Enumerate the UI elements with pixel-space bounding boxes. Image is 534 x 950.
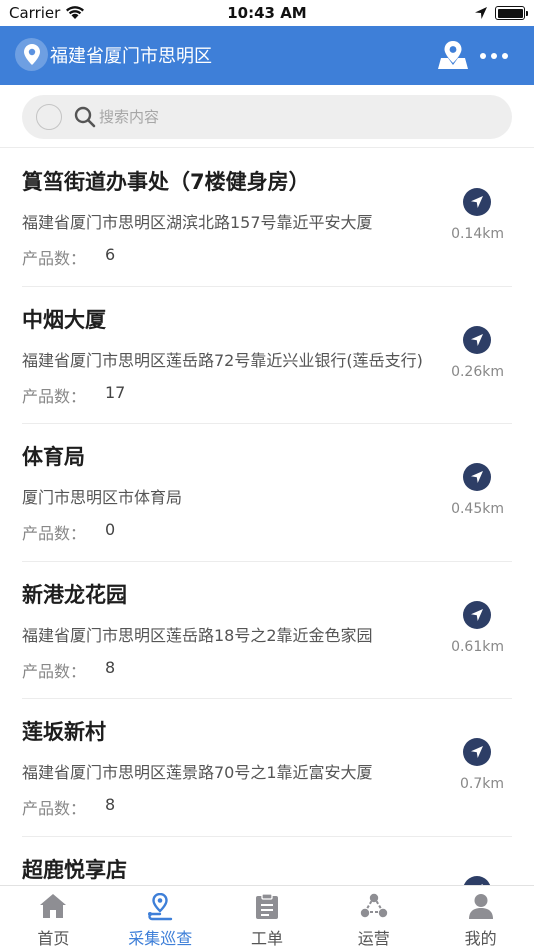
product-count: 8	[105, 657, 116, 677]
item-address: 福建省厦门市思明区莲岳路18号之2靠近金色家园	[22, 625, 373, 645]
current-location-label[interactable]: 福建省厦门市思明区	[50, 42, 212, 68]
search-input[interactable]	[99, 105, 399, 129]
navigate-icon[interactable]	[463, 463, 491, 491]
tab-collect-inspect[interactable]: 采集巡查	[107, 886, 214, 950]
item-name: 超鹿悦享店	[22, 857, 127, 882]
search-section	[0, 85, 534, 148]
list-item[interactable]: 新港龙花园 福建省厦门市思明区莲岳路18号之2靠近金色家园 产品数： 8 0.6…	[22, 562, 512, 699]
user-icon	[468, 894, 493, 919]
tab-work-order[interactable]: 工单	[214, 886, 321, 950]
status-bar: Carrier 10:43 AM	[0, 0, 534, 26]
tab-label: 工单	[250, 929, 283, 948]
list-item[interactable]: 超鹿悦享店	[22, 837, 512, 885]
navigate-icon[interactable]	[463, 325, 491, 354]
list-item[interactable]: 体育局 厦门市思明区市体育局 产品数： 0 0.45km	[22, 424, 512, 562]
tab-mine[interactable]: 我的	[427, 886, 534, 950]
product-count: 0	[105, 520, 116, 539]
navigate-icon[interactable]	[463, 875, 491, 885]
tab-home[interactable]: 首页	[0, 886, 107, 950]
item-name: 篔筜街道办事处（7楼健身房）	[22, 170, 310, 194]
item-distance: 0.14km	[451, 226, 504, 242]
bottom-tab-bar: 首页 采集巡查 工单 运营 我的	[0, 885, 534, 950]
item-name: 新港龙花园	[22, 582, 127, 607]
route-pin-icon	[148, 893, 173, 921]
item-address: 福建省厦门市思明区湖滨北路157号靠近平安大厦	[22, 213, 373, 232]
item-name: 体育局	[22, 445, 85, 469]
map-pin-icon[interactable]	[438, 41, 468, 69]
product-count-label: 产品数：	[22, 661, 87, 681]
search-placeholder-circle	[36, 104, 62, 130]
navigate-icon[interactable]	[463, 738, 491, 766]
item-distance: 0.26km	[451, 363, 504, 380]
item-address: 厦门市思明区市体育局	[22, 488, 183, 507]
item-distance: 0.61km	[451, 638, 504, 655]
item-distance: 0.7km	[459, 776, 504, 792]
home-icon	[40, 894, 67, 918]
search-icon	[74, 106, 96, 128]
navigate-icon[interactable]	[463, 600, 491, 629]
battery-icon	[495, 6, 528, 20]
more-options-icon[interactable]	[480, 53, 508, 59]
product-count-label: 产品数：	[22, 249, 87, 268]
tab-label: 采集巡查	[128, 929, 193, 948]
share-nodes-icon	[360, 893, 387, 918]
item-address: 福建省厦门市思明区莲景路70号之1靠近富安大厦	[22, 763, 373, 782]
status-time: 10:43 AM	[227, 4, 307, 22]
location-pin-icon	[15, 38, 48, 71]
item-name: 莲坂新村	[22, 720, 106, 744]
tab-label: 首页	[37, 929, 70, 948]
product-count-label: 产品数：	[22, 799, 87, 818]
tab-label: 运营	[357, 929, 390, 948]
item-address: 福建省厦门市思明区莲岳路72号靠近兴业银行(莲岳支行)	[22, 350, 423, 370]
product-count: 8	[105, 795, 116, 814]
location-header: 福建省厦门市思明区	[0, 26, 534, 85]
tab-operation[interactable]: 运营	[320, 886, 427, 950]
list-item[interactable]: 莲坂新村 福建省厦门市思明区莲景路70号之1靠近富安大厦 产品数： 8 0.7k…	[22, 699, 512, 837]
item-distance: 0.45km	[451, 501, 504, 517]
list-item[interactable]: 中烟大厦 福建省厦门市思明区莲岳路72号靠近兴业银行(莲岳支行) 产品数： 17…	[22, 287, 512, 424]
clipboard-icon	[255, 893, 278, 919]
location-arrow-icon	[475, 7, 487, 19]
product-count: 6	[105, 245, 116, 264]
product-count-label: 产品数：	[22, 524, 87, 543]
product-count: 17	[105, 382, 126, 402]
navigate-icon[interactable]	[463, 188, 491, 216]
item-name: 中烟大厦	[22, 307, 106, 332]
tab-label: 我的	[464, 929, 497, 948]
list-item[interactable]: 篔筜街道办事处（7楼健身房） 福建省厦门市思明区湖滨北路157号靠近平安大厦 产…	[22, 149, 512, 287]
product-count-label: 产品数：	[22, 386, 87, 406]
search-bar[interactable]	[22, 95, 512, 139]
location-list: 篔筜街道办事处（7楼健身房） 福建省厦门市思明区湖滨北路157号靠近平安大厦 产…	[0, 149, 534, 885]
